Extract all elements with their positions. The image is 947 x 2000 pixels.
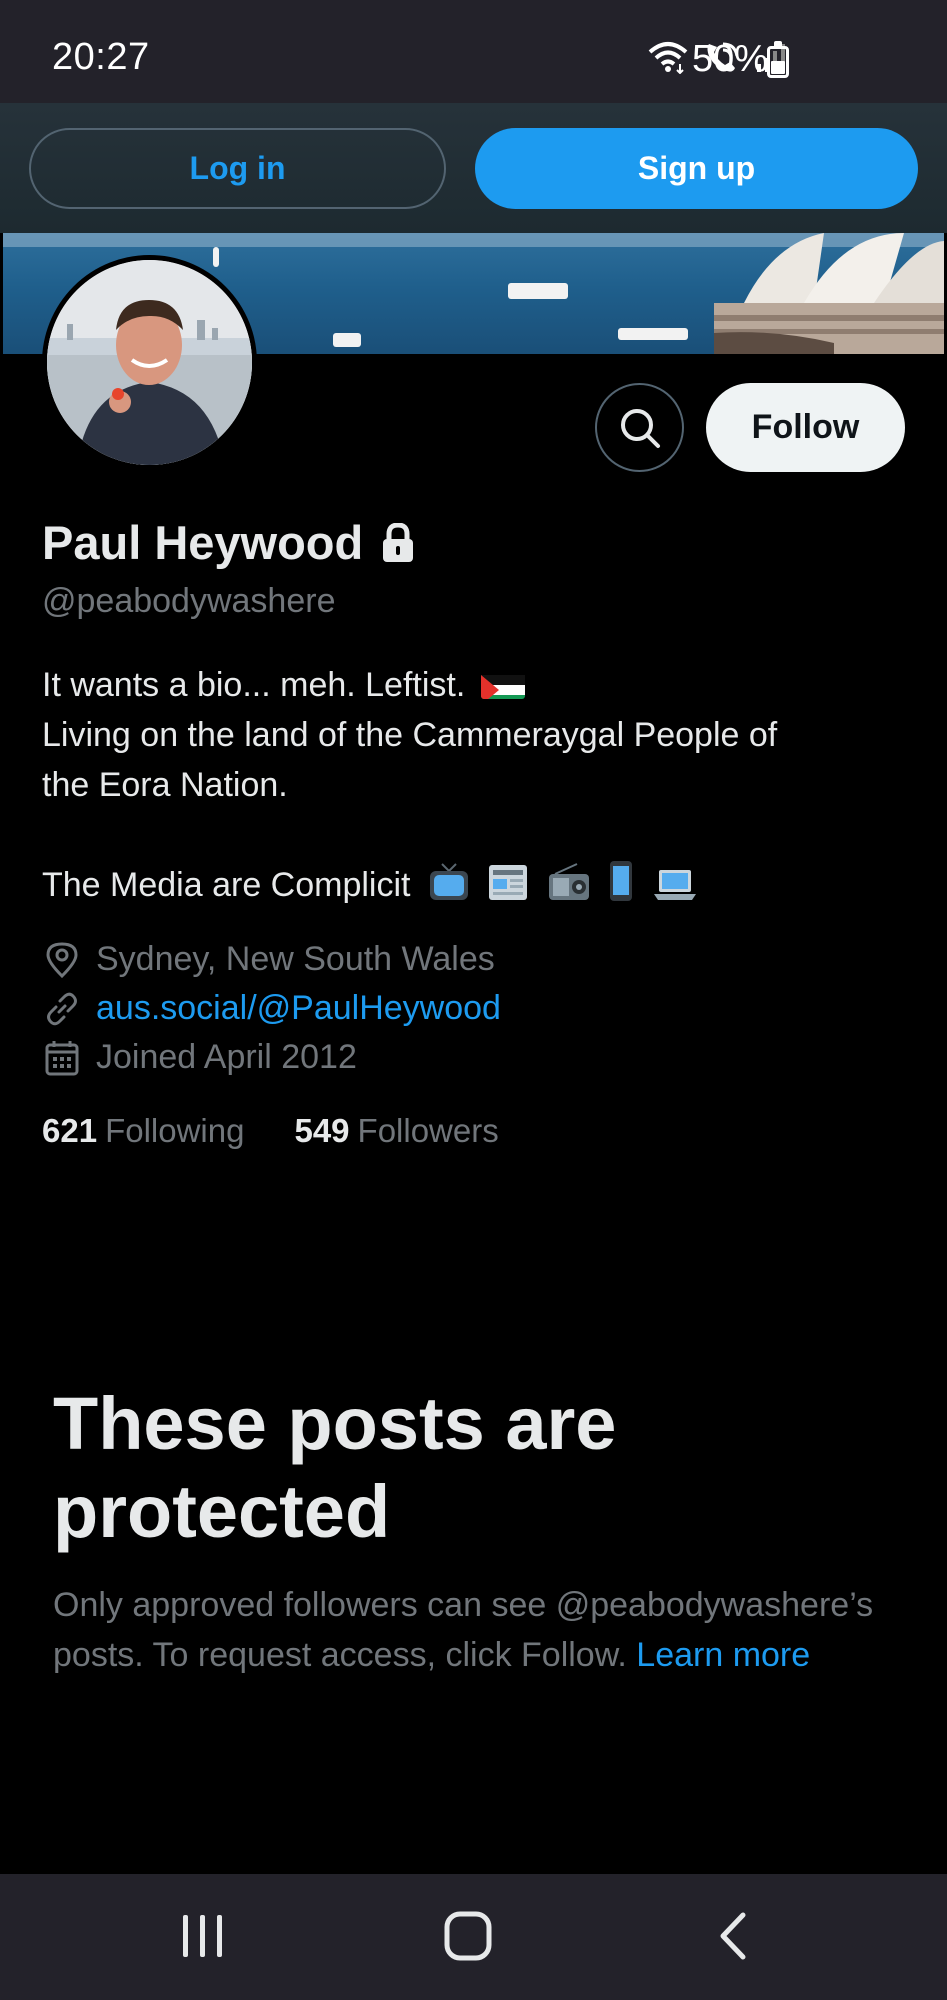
- followers-label: Followers: [357, 1112, 499, 1149]
- location-pin-icon: [46, 941, 78, 978]
- battery-level-fill: [771, 61, 785, 74]
- joined-row: Joined April 2012: [42, 1033, 501, 1082]
- bio-text: the Eora Nation.: [42, 766, 288, 804]
- avatar[interactable]: [42, 255, 257, 470]
- newspaper-icon: [489, 865, 528, 900]
- bio-text: The Media are Complicit: [42, 866, 411, 904]
- followers-link[interactable]: 549 Followers: [294, 1112, 498, 1150]
- palestine-flag-icon: [480, 669, 525, 699]
- follow-button[interactable]: Follow: [706, 383, 905, 472]
- profile-name-row: Paul Heywood: [42, 515, 415, 570]
- learn-more-link[interactable]: Learn more: [636, 1636, 810, 1674]
- bio-line: It wants a bio... meh. Leftist.: [42, 660, 902, 710]
- login-button[interactable]: Log in: [29, 128, 446, 209]
- lock-icon: [383, 522, 414, 562]
- avatar-photo: [47, 260, 252, 465]
- signup-button[interactable]: Sign up: [475, 128, 918, 209]
- back-icon[interactable]: [716, 1910, 750, 1962]
- location-text: Sydney, New South Wales: [96, 940, 495, 978]
- auth-bar: Log in Sign up: [0, 103, 947, 233]
- banner-boat: [333, 333, 361, 347]
- mobile-phone-icon: [610, 861, 633, 901]
- profile-bio: It wants a bio... meh. Leftist. Living o…: [42, 660, 902, 910]
- status-time: 20:27: [52, 36, 150, 78]
- profile-meta: Sydney, New South Wales aus.social/@Paul…: [42, 935, 501, 1082]
- website-link[interactable]: aus.social/@PaulHeywood: [96, 989, 501, 1028]
- battery-percent: 50%: [692, 38, 769, 80]
- protected-title: These posts are protected: [53, 1382, 617, 1553]
- profile-handle: @peabodywashere: [42, 582, 336, 620]
- radio-icon: [548, 863, 589, 900]
- laptop-icon: [653, 870, 696, 900]
- bio-text: Living on the land of the Cammeraygal Pe…: [42, 716, 778, 754]
- battery-icon: [767, 41, 789, 78]
- location-row: Sydney, New South Wales: [42, 935, 501, 984]
- profile-name: Paul Heywood: [42, 516, 364, 569]
- status-bar: 20:27 50%: [0, 0, 947, 103]
- link-icon: [47, 992, 77, 1025]
- joined-text: Joined April 2012: [96, 1038, 357, 1076]
- following-count: 621: [42, 1112, 98, 1149]
- opera-house-illustration: [714, 233, 944, 354]
- wifi-icon: [648, 42, 688, 74]
- banner-boat: [508, 283, 568, 299]
- website-row: aus.social/@PaulHeywood: [42, 984, 501, 1033]
- calendar-icon: [45, 1040, 79, 1075]
- television-icon: [429, 863, 468, 900]
- home-icon[interactable]: [443, 1910, 493, 1962]
- protected-message: Only approved followers can see @peabody…: [53, 1580, 893, 1680]
- following-label: Following: [105, 1112, 245, 1149]
- followers-count: 549: [294, 1112, 350, 1149]
- search-icon: [620, 408, 660, 448]
- bio-line: The Media are Complicit: [42, 860, 902, 910]
- banner-boat: [213, 247, 219, 267]
- recents-icon[interactable]: [180, 1910, 226, 1962]
- follow-counts: 621 Following 549 Followers: [42, 1112, 499, 1150]
- system-nav-bar: [0, 1874, 947, 2000]
- search-button[interactable]: [595, 383, 684, 472]
- banner-boat: [618, 328, 688, 340]
- following-link[interactable]: 621 Following: [42, 1112, 244, 1150]
- bio-text: It wants a bio... meh. Leftist.: [42, 666, 466, 704]
